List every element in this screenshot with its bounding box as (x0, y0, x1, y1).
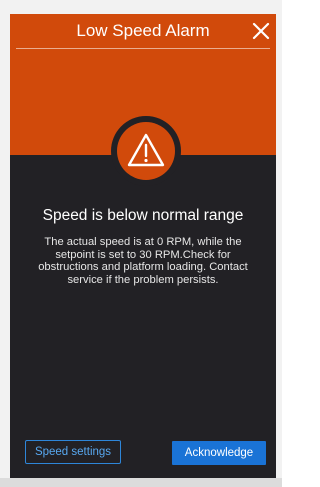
dialog-title-bar: Low Speed Alarm (10, 14, 276, 49)
bottom-edge (0, 478, 282, 487)
low-speed-alarm-dialog: Low Speed Alarm Speed is below normal ra… (10, 14, 276, 482)
alarm-message: The actual speed is at 0 RPM, while the … (38, 236, 248, 286)
alert-badge (111, 116, 181, 186)
acknowledge-button[interactable]: Acknowledge (172, 441, 266, 465)
screen-background: Low Speed Alarm Speed is below normal ra… (0, 0, 282, 487)
alert-badge-inner (117, 122, 175, 180)
close-button[interactable] (250, 20, 272, 42)
close-icon (252, 22, 270, 40)
warning-triangle-icon (127, 133, 165, 167)
dialog-title: Low Speed Alarm (76, 21, 210, 40)
alarm-headline: Speed is below normal range (42, 207, 244, 224)
speed-settings-button[interactable]: Speed settings (25, 440, 121, 464)
title-divider (16, 48, 270, 49)
